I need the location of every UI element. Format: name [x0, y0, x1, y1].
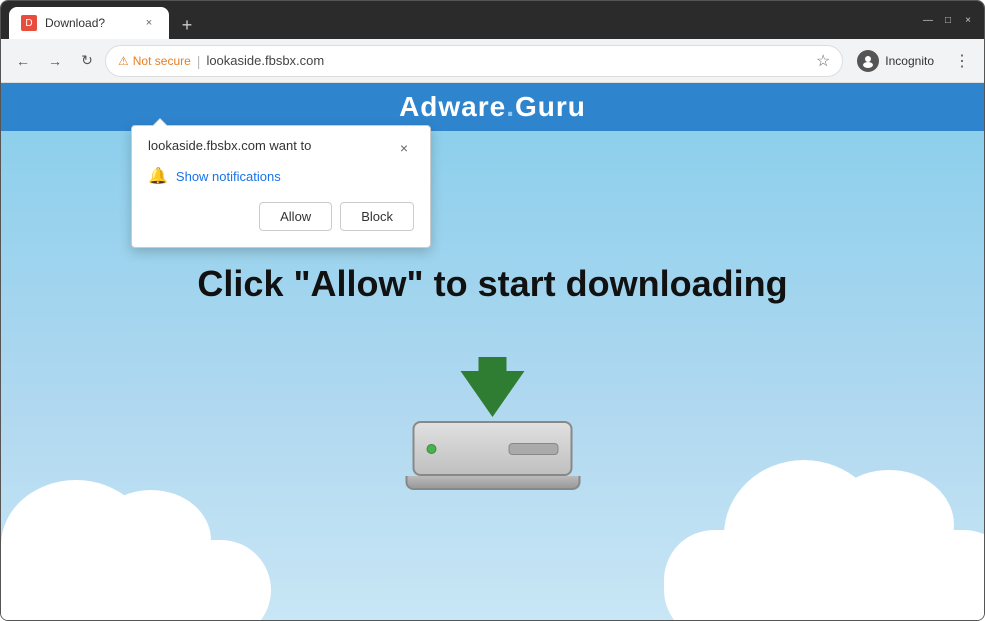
popup-close-button[interactable]: ×: [394, 138, 414, 158]
popup-header: lookaside.fbsbx.com want to ×: [148, 138, 414, 158]
back-button[interactable]: ←: [9, 47, 37, 75]
browser-menu-button[interactable]: ⋮: [948, 47, 976, 75]
forward-button[interactable]: →: [41, 47, 69, 75]
brand-header: Adware.Guru: [1, 83, 984, 131]
warning-icon: ⚠: [118, 54, 129, 68]
brand-name-part2: Guru: [515, 91, 586, 122]
popup-arrow: [152, 118, 168, 126]
main-headline: Click "Allow" to start downloading: [1, 263, 984, 305]
hdd-base: [405, 476, 580, 490]
block-button[interactable]: Block: [340, 202, 414, 231]
incognito-icon: [857, 50, 879, 72]
active-tab[interactable]: D Download? ×: [9, 7, 169, 39]
bookmark-star-icon[interactable]: ☆: [816, 51, 830, 71]
tab-close-btn[interactable]: ×: [141, 15, 157, 31]
address-bar[interactable]: ⚠ Not secure | lookaside.fbsbx.com ☆: [105, 45, 843, 77]
hdd-slot: [509, 443, 559, 455]
brand-dot: .: [506, 91, 515, 122]
incognito-button[interactable]: Incognito: [847, 46, 944, 76]
brand-name-part1: Adware: [399, 91, 506, 122]
minimize-button[interactable]: —: [920, 12, 936, 28]
maximize-button[interactable]: □: [940, 12, 956, 28]
nav-actions: Incognito ⋮: [847, 46, 976, 76]
cloud-right: [664, 530, 984, 620]
cloud-left: [1, 540, 271, 620]
download-arrow-icon: [461, 371, 525, 417]
popup-buttons: Allow Block: [148, 202, 414, 231]
incognito-label: Incognito: [885, 54, 934, 68]
allow-button[interactable]: Allow: [259, 202, 332, 231]
popup-notification-row: 🔔 Show notifications: [148, 166, 414, 186]
title-bar: D Download? × + — □ ×: [1, 1, 984, 39]
security-indicator: ⚠ Not secure: [118, 54, 191, 68]
popup-domain-text: lookaside.fbsbx.com want to: [148, 138, 311, 153]
reload-button[interactable]: ↻: [73, 47, 101, 75]
close-window-button[interactable]: ×: [960, 12, 976, 28]
browser-window: D Download? × + — □ × ← → ↻ ⚠ Not secure…: [0, 0, 985, 621]
separator: |: [197, 53, 201, 69]
bell-icon: 🔔: [148, 166, 168, 186]
tab-favicon: D: [21, 15, 37, 31]
new-tab-button[interactable]: +: [173, 11, 201, 39]
brand-title: Adware.Guru: [399, 91, 586, 122]
url-text: lookaside.fbsbx.com: [206, 53, 324, 68]
nav-bar: ← → ↻ ⚠ Not secure | lookaside.fbsbx.com…: [1, 39, 984, 83]
notification-popup: lookaside.fbsbx.com want to × 🔔 Show not…: [131, 125, 431, 248]
popup-show-notifications-link[interactable]: Show notifications: [176, 169, 281, 184]
tab-bar: D Download? × +: [9, 1, 912, 39]
tab-title: Download?: [45, 16, 133, 30]
hdd-body: [413, 421, 573, 476]
download-illustration: [405, 371, 580, 490]
window-controls: — □ ×: [912, 12, 976, 28]
page-content: Adware.Guru Click "Allow" to start downl…: [1, 83, 984, 620]
security-label: Not secure: [133, 54, 191, 68]
hdd-led: [427, 444, 437, 454]
